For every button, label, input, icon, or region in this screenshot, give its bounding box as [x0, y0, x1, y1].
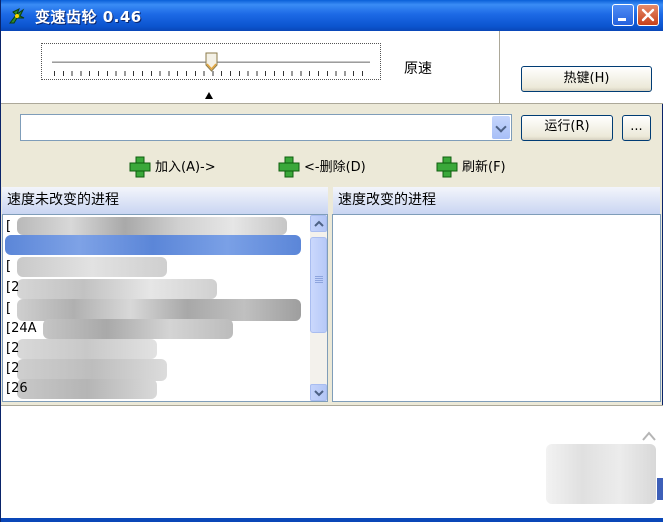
- list-item[interactable]: [26: [6, 379, 28, 398]
- add-label: 加入(A)->: [155, 160, 216, 175]
- blurred-text: [17, 359, 167, 381]
- remove-plus-icon: [278, 156, 300, 178]
- blurred-text: [43, 319, 233, 339]
- chevron-down-icon[interactable]: [492, 116, 510, 139]
- list-item[interactable]: [2: [6, 339, 19, 358]
- title-bar[interactable]: 变速齿轮 0.46: [1, 0, 663, 31]
- blurred-text: [17, 379, 157, 399]
- minimize-button[interactable]: [612, 4, 634, 26]
- panel-divider: [499, 31, 500, 104]
- changed-list-header: 速度改变的进程: [333, 187, 660, 214]
- gear-app-icon: [7, 6, 27, 26]
- chevron-down-icon: [314, 390, 324, 397]
- list-item[interactable]: [2: [6, 359, 19, 378]
- remove-label: <-删除(D): [304, 160, 366, 175]
- hotkey-button[interactable]: 热键(H): [521, 66, 652, 92]
- chevron-up-icon[interactable]: [641, 430, 657, 442]
- blurred-text: [17, 299, 301, 321]
- speed-slider[interactable]: [41, 43, 381, 80]
- scroll-up-button[interactable]: [310, 215, 327, 232]
- scroll-thumb[interactable]: [310, 237, 327, 333]
- process-combo[interactable]: [20, 114, 512, 141]
- vertical-scrollbar[interactable]: [310, 215, 327, 401]
- refresh-plus-icon: [436, 156, 458, 178]
- refresh-label: 刷新(F): [462, 160, 506, 175]
- blurred-text: [17, 279, 217, 299]
- window-bottom-border: [1, 518, 663, 522]
- blurred-text: [17, 339, 157, 359]
- list-item[interactable]: [: [6, 257, 11, 276]
- list-item[interactable]: [2: [6, 278, 19, 297]
- blurred-text: [17, 217, 287, 235]
- slider-thumb[interactable]: [205, 52, 218, 72]
- scroll-down-button[interactable]: [310, 384, 327, 401]
- blurred-text: [17, 257, 167, 277]
- close-button[interactable]: [637, 4, 659, 26]
- close-icon: [641, 8, 655, 22]
- log-panel[interactable]: [1, 405, 663, 518]
- app-window: 变速齿轮 0.46 原速 热键(H) 运行(R) ... 加入(A)-> <-删…: [0, 0, 663, 522]
- blurred-text: [546, 444, 656, 504]
- chevron-up-icon: [314, 220, 324, 227]
- selected-row-highlight: [5, 235, 301, 255]
- log-scroll-thumb[interactable]: [657, 478, 663, 500]
- scroll-grip-icon: [315, 276, 323, 284]
- window-title: 变速齿轮 0.46: [35, 8, 142, 26]
- list-item[interactable]: [: [6, 299, 11, 318]
- changed-process-list[interactable]: [332, 214, 661, 402]
- list-item[interactable]: [: [6, 217, 11, 236]
- more-button[interactable]: ...: [622, 115, 651, 141]
- speed-label: 原速: [404, 61, 432, 77]
- center-marker-icon: [205, 92, 213, 99]
- list-item[interactable]: [24A: [6, 319, 37, 338]
- add-plus-icon: [129, 156, 151, 178]
- unchanged-process-list[interactable]: [ [ [2 [ [24A [2 [2 [26: [2, 214, 328, 402]
- unchanged-list-header: 速度未改变的进程: [2, 187, 328, 214]
- run-button[interactable]: 运行(R): [521, 115, 613, 141]
